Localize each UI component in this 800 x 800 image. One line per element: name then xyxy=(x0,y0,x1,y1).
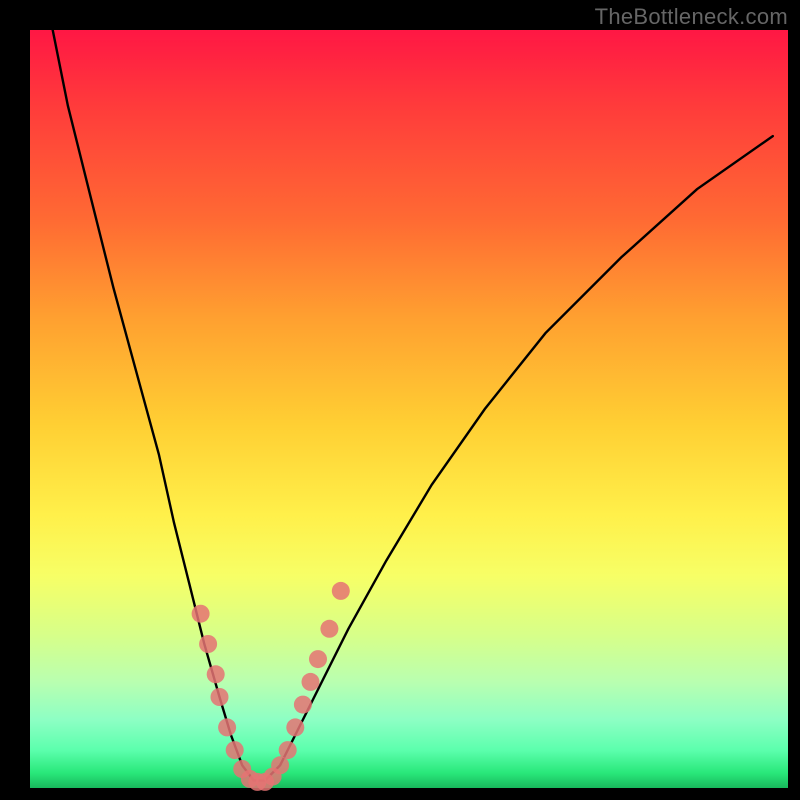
data-marker xyxy=(279,741,297,759)
data-marker xyxy=(320,620,338,638)
data-marker xyxy=(286,718,304,736)
data-marker xyxy=(332,582,350,600)
data-marker xyxy=(207,665,225,683)
data-marker xyxy=(211,688,229,706)
bottleneck-curve xyxy=(53,30,773,780)
watermark-text: TheBottleneck.com xyxy=(595,4,788,30)
chart-svg xyxy=(30,30,788,788)
data-marker xyxy=(199,635,217,653)
chart-frame: TheBottleneck.com xyxy=(0,0,800,800)
data-marker xyxy=(309,650,327,668)
data-marker xyxy=(192,605,210,623)
data-marker xyxy=(226,741,244,759)
data-marker xyxy=(302,673,320,691)
plot-area xyxy=(30,30,788,788)
data-marker xyxy=(218,718,236,736)
data-marker xyxy=(294,696,312,714)
